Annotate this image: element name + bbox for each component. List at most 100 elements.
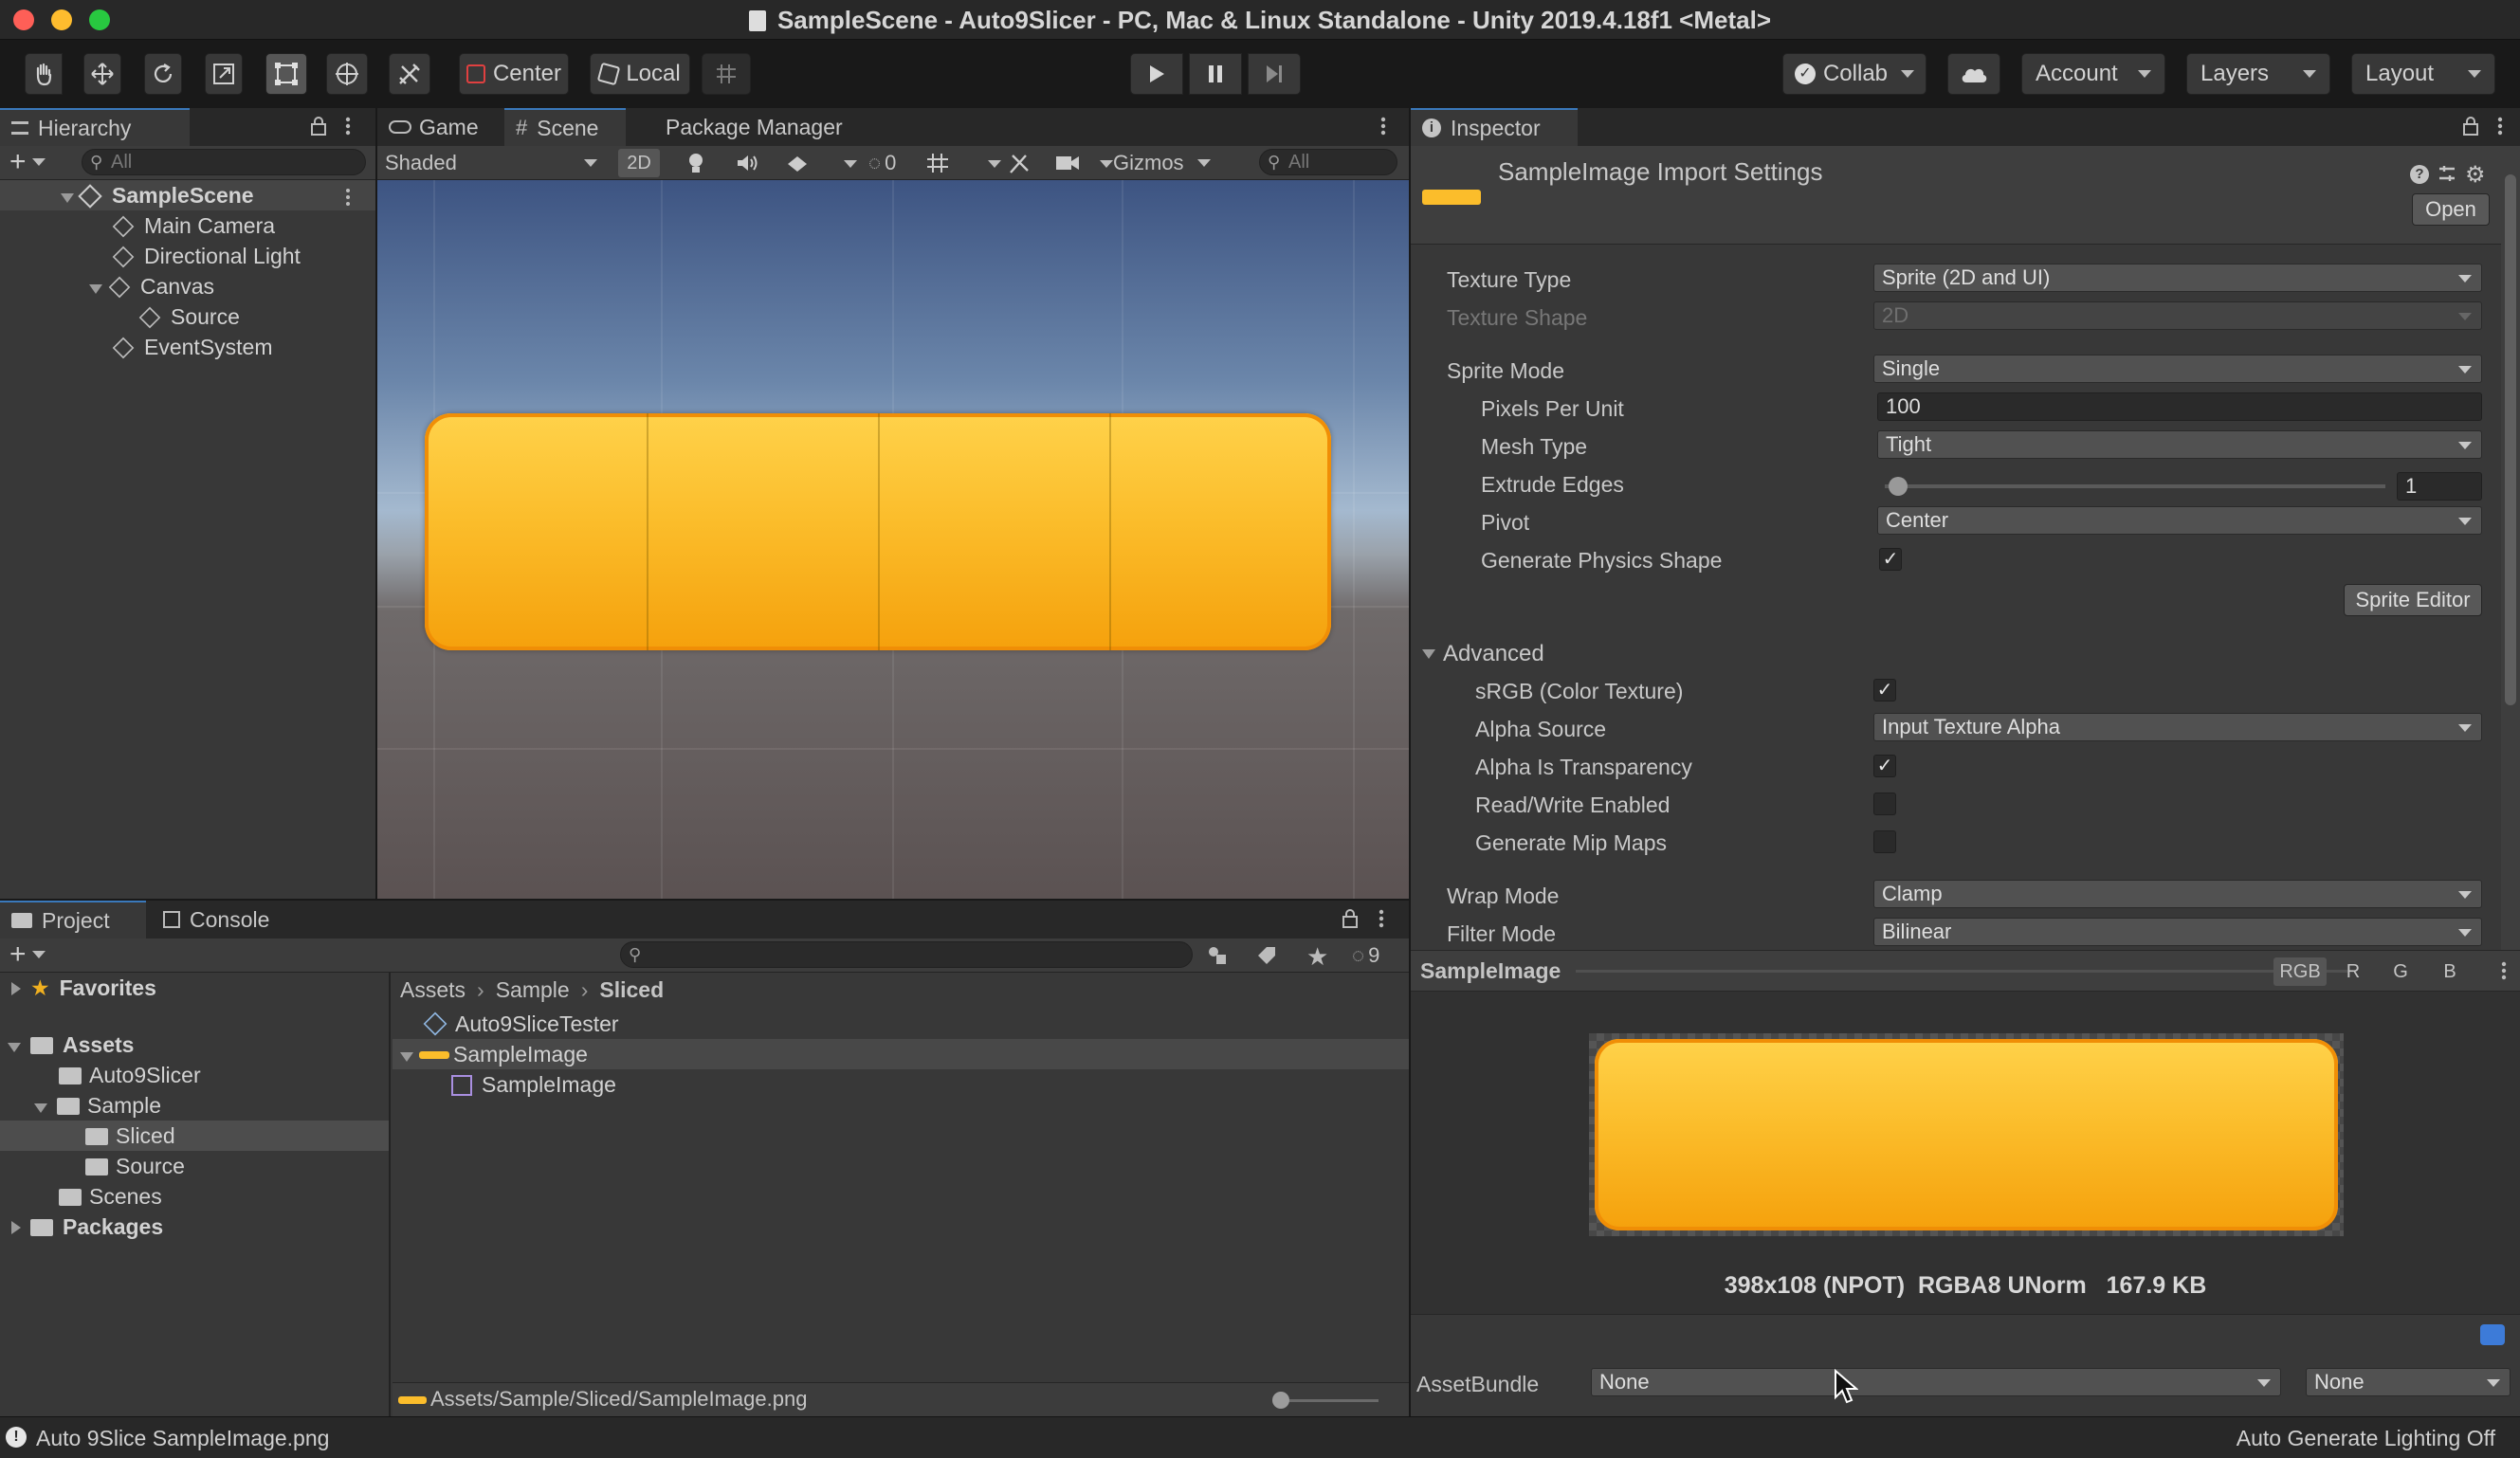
hierarchy-item-eventsystem[interactable]: EventSystem — [112, 332, 273, 362]
2d-toggle-button[interactable]: 2D — [618, 149, 660, 177]
cloud-button[interactable] — [1947, 53, 2000, 95]
create-button[interactable]: + — [9, 148, 46, 176]
hidden-objects-toggle[interactable]: ◌ 0 — [868, 149, 896, 177]
presets-icon[interactable] — [2437, 163, 2457, 184]
tab-inspector[interactable]: i Inspector — [1411, 108, 1578, 146]
wrap-mode-dropdown[interactable]: Clamp — [1873, 880, 2482, 908]
tab-console[interactable]: Console — [152, 901, 303, 939]
lock-icon[interactable] — [2461, 116, 2480, 137]
tree-packages[interactable]: Packages — [11, 1212, 163, 1242]
move-tool-button[interactable] — [83, 53, 121, 95]
lock-icon[interactable] — [1341, 908, 1360, 929]
audio-toggle-icon[interactable] — [736, 153, 760, 173]
alpha-source-dropdown[interactable]: Input Texture Alpha — [1873, 713, 2482, 741]
srgb-checkbox[interactable]: ✓ — [1873, 679, 1896, 702]
grid-toggle-icon[interactable] — [925, 152, 950, 174]
help-icon[interactable]: ? — [2410, 165, 2429, 184]
asset-label-icon[interactable] — [2480, 1324, 2505, 1345]
preview-drag-handle[interactable] — [1576, 970, 2353, 973]
search-by-type-icon[interactable] — [1206, 944, 1229, 967]
pivot-dropdown[interactable]: Center — [1877, 506, 2482, 535]
read-write-checkbox[interactable] — [1873, 793, 1896, 815]
file-sampleimage[interactable]: SampleImage — [400, 1039, 588, 1069]
breadcrumb-sliced[interactable]: Sliced — [599, 977, 664, 1003]
layers-dropdown[interactable]: Layers — [2186, 53, 2330, 95]
hierarchy-search-input[interactable]: ⚲ All — [82, 149, 366, 175]
settings-gear-icon[interactable]: ⚙ — [2465, 161, 2486, 189]
project-menu-icon[interactable] — [1379, 908, 1384, 929]
scene-viewport[interactable] — [377, 180, 1409, 899]
tree-auto9slicer[interactable]: Auto9Slicer — [59, 1060, 201, 1090]
effects-toggle-icon[interactable] — [785, 153, 810, 173]
account-dropdown[interactable]: Account — [2021, 53, 2165, 95]
assetbundle-dropdown[interactable]: None — [1591, 1368, 2281, 1396]
inspector-scrollbar[interactable] — [2501, 146, 2520, 952]
inspector-scrollbar-thumb[interactable] — [2505, 174, 2516, 705]
project-search-input[interactable]: ⚲ — [620, 941, 1193, 968]
hidden-packages-toggle[interactable]: ◌ 9 — [1352, 941, 1379, 970]
tree-sample[interactable]: Sample — [34, 1090, 161, 1121]
pixels-per-unit-input[interactable]: 100 — [1877, 392, 2482, 421]
custom-tools-button[interactable] — [389, 53, 430, 95]
grid-caret-icon[interactable] — [988, 160, 1001, 168]
step-button[interactable] — [1248, 53, 1301, 95]
draw-mode-dropdown[interactable]: Shaded — [385, 146, 605, 180]
create-asset-button[interactable]: + — [9, 940, 46, 969]
gizmos-dropdown[interactable]: Gizmos — [1113, 149, 1211, 177]
rect-tool-button[interactable] — [265, 53, 307, 95]
scene-menu-icon[interactable] — [345, 188, 351, 207]
advanced-foldout[interactable]: Advanced — [1422, 641, 1544, 667]
pause-button[interactable] — [1189, 53, 1242, 95]
tree-favorites[interactable]: ★ Favorites — [11, 973, 156, 1003]
breadcrumb-sample[interactable]: Sample — [496, 977, 570, 1003]
camera-caret-icon[interactable] — [1100, 160, 1113, 168]
icon-size-slider-track[interactable] — [1280, 1399, 1379, 1402]
scene-search-input[interactable]: ⚲ All — [1259, 149, 1397, 175]
rotate-tool-button[interactable] — [144, 53, 182, 95]
tab-scene[interactable]: # Scene — [504, 108, 626, 146]
alpha-transparency-checkbox[interactable]: ✓ — [1873, 755, 1896, 777]
layout-dropdown[interactable]: Layout — [2351, 53, 2495, 95]
file-auto9slicetester[interactable]: Auto9SliceTester — [423, 1009, 619, 1039]
grid-snapping-button[interactable] — [702, 53, 751, 95]
tab-project[interactable]: Project — [0, 901, 146, 939]
sprite-mode-dropdown[interactable]: Single — [1873, 355, 2482, 383]
scene-menu-icon[interactable] — [1380, 116, 1386, 137]
tree-scenes[interactable]: Scenes — [59, 1181, 162, 1212]
hierarchy-item-directional-light[interactable]: Directional Light — [112, 241, 301, 271]
hierarchy-item-canvas[interactable]: Canvas — [89, 271, 214, 301]
hierarchy-item-samplescene[interactable]: SampleScene — [61, 180, 254, 210]
extrude-edges-slider-track[interactable] — [1885, 484, 2385, 488]
breadcrumb-assets[interactable]: Assets — [400, 977, 466, 1003]
lighting-toggle-icon[interactable] — [686, 152, 705, 174]
extrude-edges-slider-thumb[interactable] — [1889, 477, 1908, 496]
sprite-editor-button[interactable]: Sprite Editor — [2344, 584, 2482, 616]
transform-tool-button[interactable] — [326, 53, 368, 95]
physics-shape-checkbox[interactable]: ✓ — [1879, 548, 1902, 571]
tab-hierarchy[interactable]: Hierarchy — [0, 108, 190, 146]
lock-icon[interactable] — [309, 116, 328, 137]
b-channel-button[interactable]: B — [2431, 957, 2469, 986]
hierarchy-item-source[interactable]: Source — [138, 301, 240, 332]
hierarchy-item-main-camera[interactable]: Main Camera — [112, 210, 275, 241]
tree-assets[interactable]: Assets — [8, 1030, 134, 1060]
pivot-mode-toggle[interactable]: Center — [459, 53, 569, 95]
tree-sliced[interactable]: Sliced — [85, 1121, 175, 1151]
assetbundle-variant-dropdown[interactable]: None — [2306, 1368, 2511, 1396]
preview-menu-icon[interactable] — [2501, 960, 2507, 981]
sliced-sample-image[interactable] — [425, 413, 1331, 650]
g-channel-button[interactable]: G — [2382, 957, 2420, 986]
rgb-channel-button[interactable]: RGB — [2273, 957, 2327, 986]
texture-type-dropdown[interactable]: Sprite (2D and UI) — [1873, 264, 2482, 292]
search-by-label-icon[interactable] — [1255, 944, 1278, 967]
icon-size-slider-thumb[interactable] — [1272, 1392, 1289, 1409]
mesh-type-dropdown[interactable]: Tight — [1877, 430, 2482, 459]
scene-tools-icon[interactable] — [1007, 152, 1032, 174]
extrude-edges-input[interactable]: 1 — [2397, 472, 2482, 501]
filter-mode-dropdown[interactable]: Bilinear — [1873, 918, 2482, 946]
hand-tool-button[interactable] — [25, 53, 63, 95]
tab-game[interactable]: Game — [377, 108, 502, 146]
scale-tool-button[interactable] — [205, 53, 243, 95]
status-message[interactable]: Auto 9Slice SampleImage.png — [36, 1426, 329, 1451]
r-channel-button[interactable]: R — [2334, 957, 2372, 986]
